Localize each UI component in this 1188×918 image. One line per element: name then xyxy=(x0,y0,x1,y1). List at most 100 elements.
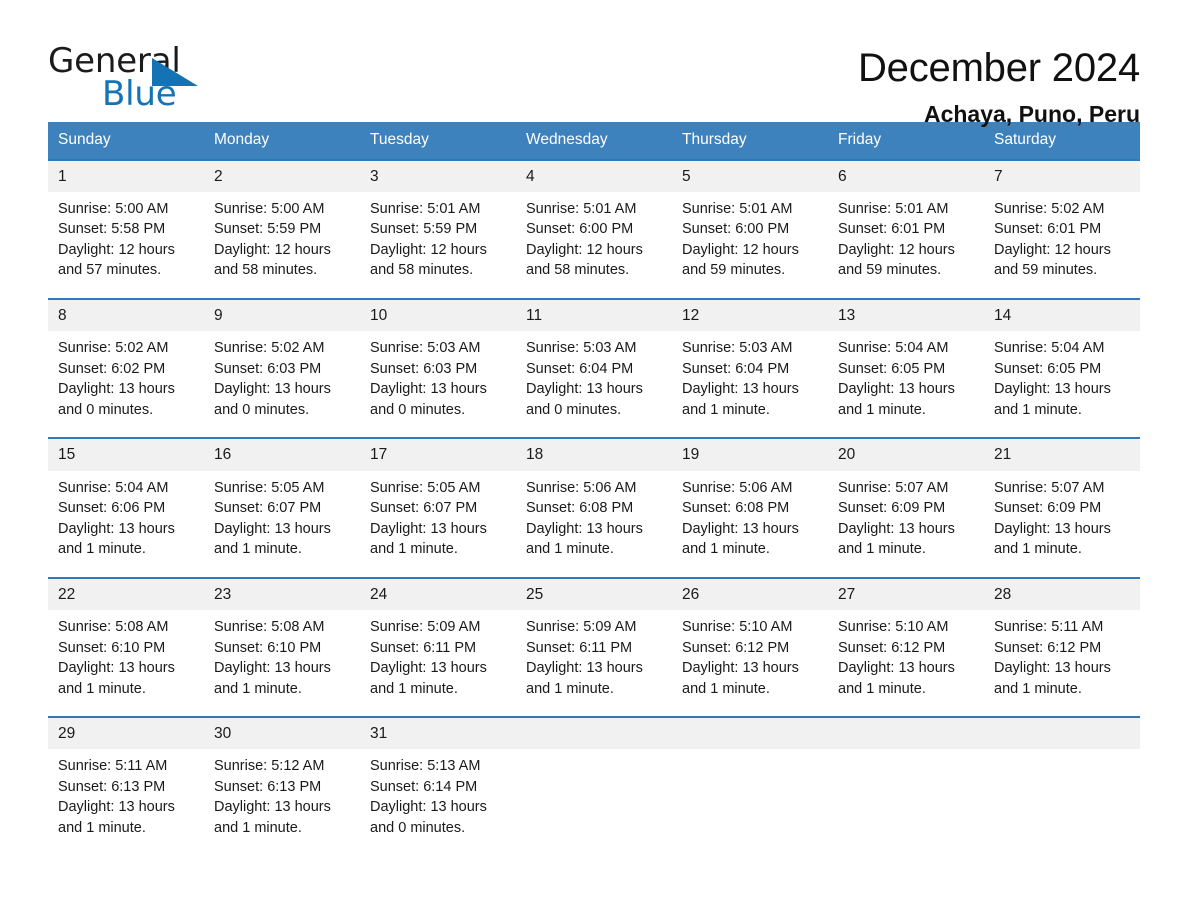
day-cell[interactable]: Sunrise: 5:08 AM Sunset: 6:10 PM Dayligh… xyxy=(204,610,360,716)
day-cell[interactable]: Sunrise: 5:01 AM Sunset: 6:01 PM Dayligh… xyxy=(828,192,984,298)
day-cell[interactable]: Sunrise: 5:01 AM Sunset: 5:59 PM Dayligh… xyxy=(360,192,516,298)
date-number[interactable]: 12 xyxy=(672,300,828,331)
day-cell[interactable]: Sunrise: 5:11 AM Sunset: 6:12 PM Dayligh… xyxy=(984,610,1140,716)
daylight-text-line2: and 1 minute. xyxy=(526,680,614,697)
day-cell[interactable]: Sunrise: 5:10 AM Sunset: 6:12 PM Dayligh… xyxy=(672,610,828,716)
daylight-text-line1: Daylight: 13 hours xyxy=(370,520,487,537)
date-number[interactable]: 20 xyxy=(828,439,984,470)
day-cell[interactable]: Sunrise: 5:09 AM Sunset: 6:11 PM Dayligh… xyxy=(516,610,672,716)
title-block: December 2024 Achaya, Puno, Peru xyxy=(858,44,1140,128)
day-cell[interactable]: Sunrise: 5:06 AM Sunset: 6:08 PM Dayligh… xyxy=(672,471,828,577)
day-cell[interactable]: Sunrise: 5:04 AM Sunset: 6:05 PM Dayligh… xyxy=(984,331,1140,437)
page-title: December 2024 xyxy=(857,46,1140,90)
day-cell[interactable]: Sunrise: 5:05 AM Sunset: 6:07 PM Dayligh… xyxy=(204,471,360,577)
sunset-text: Sunset: 6:11 PM xyxy=(370,639,477,656)
date-number[interactable]: 25 xyxy=(516,579,672,610)
date-number[interactable]: 5 xyxy=(672,161,828,192)
sunrise-text: Sunrise: 5:01 AM xyxy=(682,200,793,217)
day-cell[interactable]: Sunrise: 5:11 AM Sunset: 6:13 PM Dayligh… xyxy=(48,749,204,855)
date-number[interactable]: 23 xyxy=(204,579,360,610)
sunrise-text: Sunrise: 5:10 AM xyxy=(682,619,793,636)
date-number[interactable]: 26 xyxy=(672,579,828,610)
day-of-week-header: Sunday Monday Tuesday Wednesday Thursday… xyxy=(48,122,1140,159)
day-cell-empty xyxy=(828,749,984,855)
day-cell[interactable]: Sunrise: 5:10 AM Sunset: 6:12 PM Dayligh… xyxy=(828,610,984,716)
date-number[interactable]: 28 xyxy=(984,579,1140,610)
date-number[interactable]: 6 xyxy=(828,161,984,192)
date-number[interactable]: 31 xyxy=(360,718,516,749)
day-cell[interactable]: Sunrise: 5:08 AM Sunset: 6:10 PM Dayligh… xyxy=(48,610,204,716)
sunset-text: Sunset: 5:58 PM xyxy=(58,221,166,238)
day-cell[interactable]: Sunrise: 5:04 AM Sunset: 6:05 PM Dayligh… xyxy=(828,331,984,437)
day-cell[interactable]: Sunrise: 5:02 AM Sunset: 6:02 PM Dayligh… xyxy=(48,331,204,437)
sunset-text: Sunset: 6:11 PM xyxy=(526,639,633,656)
date-number[interactable]: 14 xyxy=(984,300,1140,331)
week-detail-row: Sunrise: 5:08 AM Sunset: 6:10 PM Dayligh… xyxy=(48,610,1140,717)
sunrise-text: Sunrise: 5:06 AM xyxy=(682,479,793,496)
day-cell[interactable]: Sunrise: 5:03 AM Sunset: 6:04 PM Dayligh… xyxy=(672,331,828,437)
daylight-text-line2: and 1 minute. xyxy=(214,680,302,697)
date-number[interactable]: 15 xyxy=(48,439,204,470)
day-cell[interactable]: Sunrise: 5:06 AM Sunset: 6:08 PM Dayligh… xyxy=(516,471,672,577)
sunset-text: Sunset: 5:59 PM xyxy=(370,221,478,238)
day-cell[interactable]: Sunrise: 5:03 AM Sunset: 6:04 PM Dayligh… xyxy=(516,331,672,437)
day-cell[interactable]: Sunrise: 5:01 AM Sunset: 6:00 PM Dayligh… xyxy=(672,192,828,298)
date-number[interactable]: 11 xyxy=(516,300,672,331)
date-number[interactable]: 10 xyxy=(360,300,516,331)
date-number[interactable]: 4 xyxy=(516,161,672,192)
day-cell[interactable]: Sunrise: 5:00 AM Sunset: 5:58 PM Dayligh… xyxy=(48,192,204,298)
sunset-text: Sunset: 6:13 PM xyxy=(214,778,322,795)
sunrise-text: Sunrise: 5:07 AM xyxy=(838,479,949,496)
generalblue-logo[interactable]: General Blue xyxy=(48,44,248,114)
sunset-text: Sunset: 6:12 PM xyxy=(994,639,1102,656)
daylight-text-line2: and 58 minutes. xyxy=(370,262,474,279)
day-cell[interactable]: Sunrise: 5:07 AM Sunset: 6:09 PM Dayligh… xyxy=(828,471,984,577)
date-number[interactable]: 22 xyxy=(48,579,204,610)
daylight-text-line1: Daylight: 13 hours xyxy=(58,381,175,398)
dow-wednesday: Wednesday xyxy=(526,131,608,148)
date-number[interactable]: 9 xyxy=(204,300,360,331)
daylight-text-line1: Daylight: 13 hours xyxy=(682,381,799,398)
date-number[interactable]: 1 xyxy=(48,161,204,192)
day-cell[interactable]: Sunrise: 5:05 AM Sunset: 6:07 PM Dayligh… xyxy=(360,471,516,577)
day-cell[interactable]: Sunrise: 5:09 AM Sunset: 6:11 PM Dayligh… xyxy=(360,610,516,716)
date-number[interactable]: 7 xyxy=(984,161,1140,192)
date-number[interactable]: 13 xyxy=(828,300,984,331)
date-number[interactable]: 19 xyxy=(672,439,828,470)
day-cell[interactable]: Sunrise: 5:07 AM Sunset: 6:09 PM Dayligh… xyxy=(984,471,1140,577)
sunrise-text: Sunrise: 5:04 AM xyxy=(838,340,949,357)
date-number[interactable]: 24 xyxy=(360,579,516,610)
daylight-text-line2: and 0 minutes. xyxy=(214,401,310,418)
day-cell[interactable]: Sunrise: 5:04 AM Sunset: 6:06 PM Dayligh… xyxy=(48,471,204,577)
date-number[interactable]: 18 xyxy=(516,439,672,470)
daylight-text-line1: Daylight: 12 hours xyxy=(58,241,175,258)
sunrise-text: Sunrise: 5:12 AM xyxy=(214,758,325,775)
day-cell[interactable]: Sunrise: 5:12 AM Sunset: 6:13 PM Dayligh… xyxy=(204,749,360,855)
day-cell[interactable]: Sunrise: 5:01 AM Sunset: 6:00 PM Dayligh… xyxy=(516,192,672,298)
date-number[interactable]: 30 xyxy=(204,718,360,749)
day-cell-empty xyxy=(984,749,1140,855)
date-number[interactable]: 17 xyxy=(360,439,516,470)
date-number[interactable]: 3 xyxy=(360,161,516,192)
daylight-text-line1: Daylight: 13 hours xyxy=(682,660,799,677)
date-number[interactable]: 8 xyxy=(48,300,204,331)
day-cell[interactable]: Sunrise: 5:13 AM Sunset: 6:14 PM Dayligh… xyxy=(360,749,516,855)
logo-word-blue: Blue xyxy=(102,74,177,114)
sunrise-text: Sunrise: 5:00 AM xyxy=(214,200,325,217)
sunset-text: Sunset: 6:02 PM xyxy=(58,360,166,377)
day-cell-empty xyxy=(672,749,828,855)
date-number[interactable]: 16 xyxy=(204,439,360,470)
date-number[interactable]: 21 xyxy=(984,439,1140,470)
day-cell[interactable]: Sunrise: 5:00 AM Sunset: 5:59 PM Dayligh… xyxy=(204,192,360,298)
sunrise-text: Sunrise: 5:11 AM xyxy=(994,619,1104,636)
date-number[interactable]: 29 xyxy=(48,718,204,749)
sunrise-text: Sunrise: 5:08 AM xyxy=(214,619,325,636)
day-cell[interactable]: Sunrise: 5:02 AM Sunset: 6:03 PM Dayligh… xyxy=(204,331,360,437)
day-cell[interactable]: Sunrise: 5:02 AM Sunset: 6:01 PM Dayligh… xyxy=(984,192,1140,298)
date-number[interactable]: 2 xyxy=(204,161,360,192)
day-cell[interactable]: Sunrise: 5:03 AM Sunset: 6:03 PM Dayligh… xyxy=(360,331,516,437)
date-number-empty xyxy=(516,718,672,749)
date-number[interactable]: 27 xyxy=(828,579,984,610)
sunset-text: Sunset: 6:03 PM xyxy=(370,360,478,377)
daylight-text-line1: Daylight: 12 hours xyxy=(994,241,1111,258)
